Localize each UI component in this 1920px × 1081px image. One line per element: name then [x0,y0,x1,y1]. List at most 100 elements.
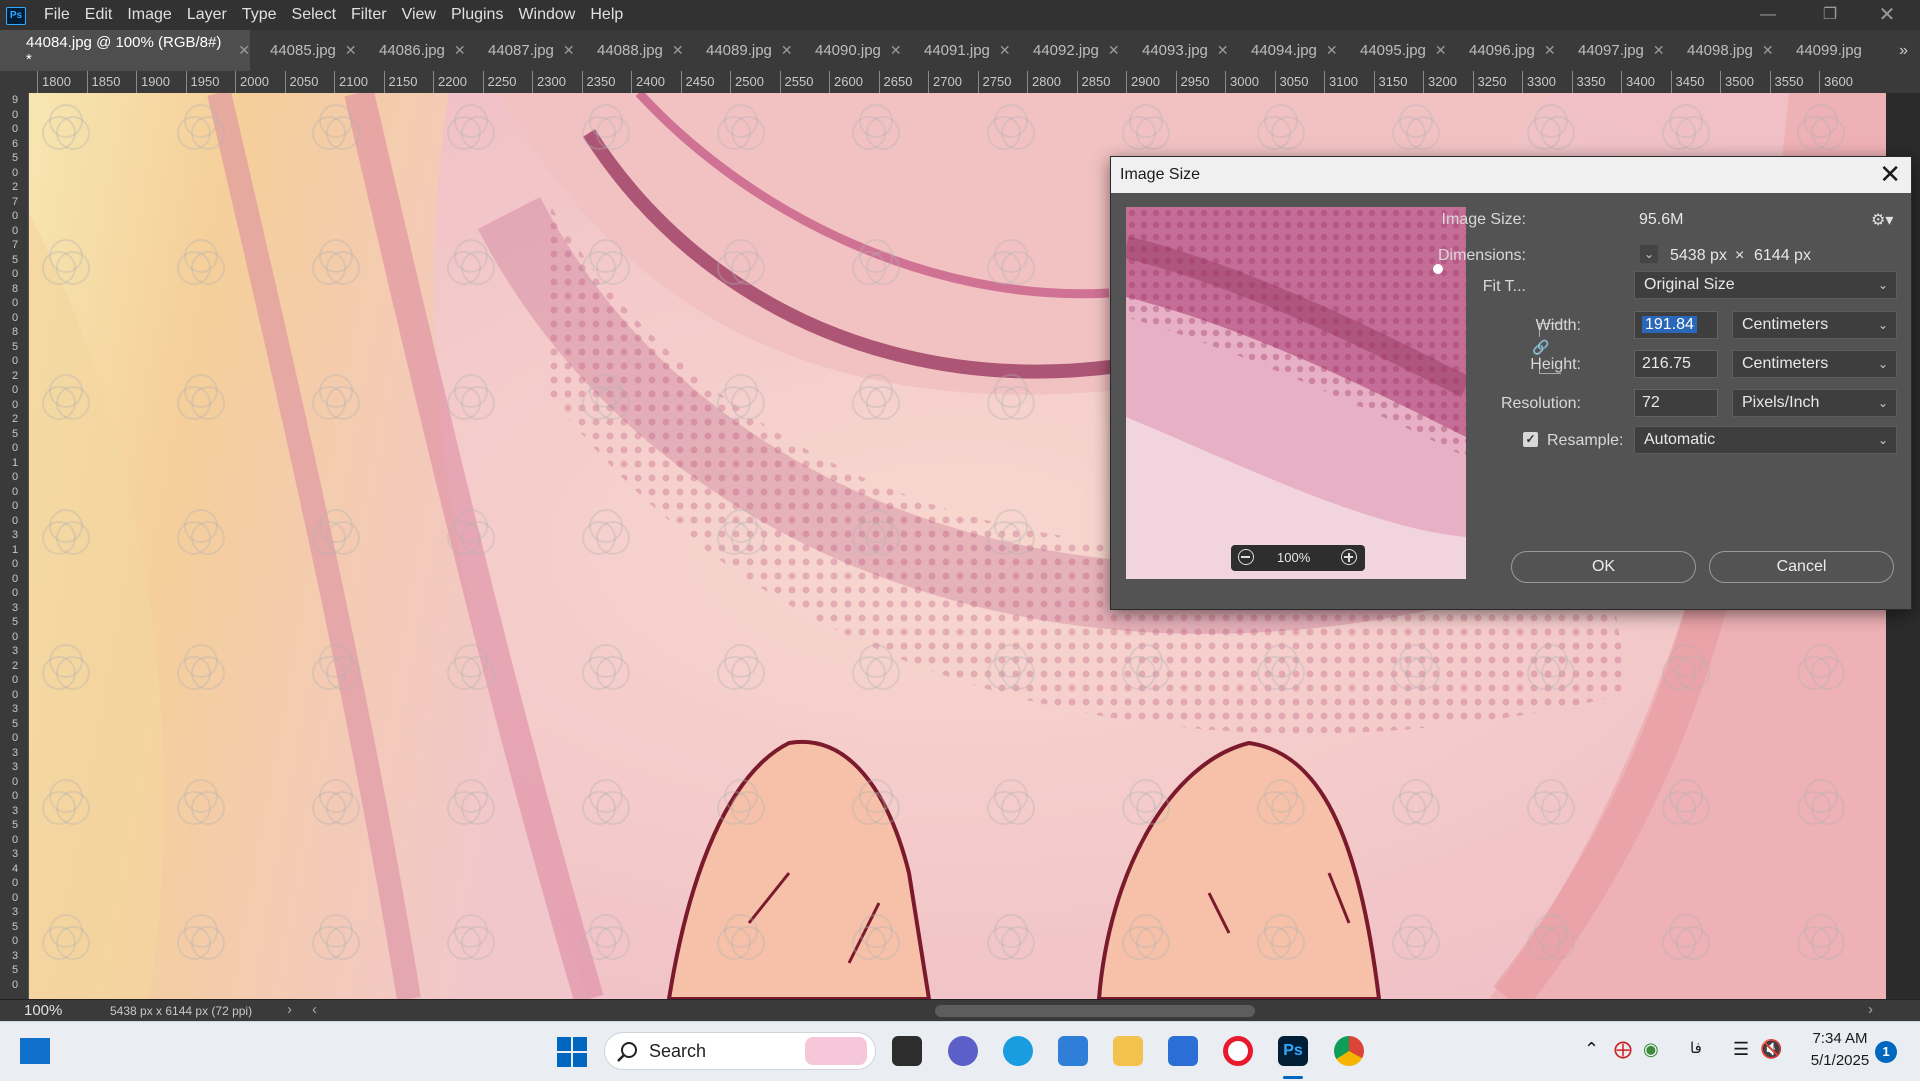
cancel-button[interactable]: Cancel [1709,551,1894,583]
ruler-label: 2400 [636,74,665,89]
horizontal-scrollbar-thumb[interactable] [935,1005,1255,1017]
resolution-unit-dropdown[interactable]: Pixels/Inch ⌄ [1732,389,1897,417]
tab-close-icon[interactable]: ✕ [1762,42,1774,59]
ruler-tick [581,71,583,93]
document-tab[interactable]: 44086.jpg ✕ [359,30,468,71]
document-tab[interactable]: 44095.jpg ✕ [1340,30,1449,71]
scroll-left-icon[interactable]: ‹ [312,1001,317,1018]
teams-icon[interactable] [948,1036,978,1066]
tab-close-icon[interactable]: ✕ [999,42,1011,59]
snipping-tool-icon[interactable] [1058,1036,1088,1066]
menu-view[interactable]: View [402,0,436,30]
document-tab[interactable]: 44092.jpg ✕ [1013,30,1122,71]
tab-close-icon[interactable]: ✕ [454,42,466,59]
zoom-in-icon[interactable] [1341,549,1357,565]
ruler-label: 1850 [91,74,121,89]
menu-file[interactable]: File [44,0,70,30]
menu-layer[interactable]: Layer [187,0,227,30]
document-tab[interactable]: 44084.jpg @ 100% (RGB/8#) * ✕ [0,30,250,71]
dimensions-dropdown-icon[interactable]: ⌄ [1640,245,1658,263]
dialog-titlebar[interactable]: Image Size ✕ [1111,157,1911,193]
wifi-icon[interactable]: ☰ [1733,1039,1749,1060]
menu-help[interactable]: Help [590,0,623,30]
menu-type[interactable]: Type [242,0,277,30]
menu-image[interactable]: Image [127,0,171,30]
document-tab[interactable]: 44090.jpg ✕ [795,30,904,71]
store-icon[interactable] [1168,1036,1198,1066]
chrome-icon[interactable] [1334,1036,1364,1066]
width-unit-dropdown[interactable]: Centimeters ⌄ [1732,311,1897,339]
document-tab[interactable]: 44088.jpg ✕ [577,30,686,71]
zoom-out-icon[interactable] [1238,549,1254,565]
network-app-icon[interactable]: ◉ [1643,1039,1659,1060]
document-tab[interactable]: 44089.jpg ✕ [686,30,795,71]
document-tab[interactable]: 44091.jpg ✕ [904,30,1013,71]
tab-close-icon[interactable]: ✕ [1326,42,1338,59]
tab-close-icon[interactable]: ✕ [345,42,357,59]
resample-dropdown[interactable]: Automatic ⌄ [1634,426,1897,454]
clock-date[interactable]: 5/1/2025 [1806,1052,1874,1069]
menu-filter[interactable]: Filter [351,0,387,30]
tab-close-icon[interactable]: ✕ [890,42,902,59]
menu-select[interactable]: Select [292,0,336,30]
tab-label: 44097.jpg [1578,42,1644,59]
volume-muted-icon[interactable]: 🔇 [1760,1039,1782,1060]
ok-button[interactable]: OK [1511,551,1696,583]
document-tab[interactable]: 44093.jpg ✕ [1122,30,1231,71]
file-explorer-icon[interactable] [1113,1036,1143,1066]
edge-icon[interactable] [1003,1036,1033,1066]
document-tab[interactable]: 44087.jpg ✕ [468,30,577,71]
document-tab[interactable]: 44085.jpg ✕ [250,30,359,71]
ruler-digit: 5 [12,819,19,831]
task-view-icon[interactable] [892,1036,922,1066]
start-icon[interactable] [557,1037,587,1067]
resample-checkbox[interactable]: ✓ [1523,432,1538,447]
menu-edit[interactable]: Edit [85,0,113,30]
ruler-tick [730,71,731,93]
notification-badge[interactable]: 1 [1875,1041,1897,1063]
taskbar-search[interactable]: Search [604,1032,876,1070]
ruler-digit: 3 [12,746,19,759]
tab-label: 44085.jpg [270,42,336,59]
restore-icon[interactable]: ❐ [1807,0,1853,30]
menu-window[interactable]: Window [518,0,575,30]
document-tab[interactable]: 44097.jpg ✕ [1558,30,1667,71]
tab-close-icon[interactable]: ✕ [1435,42,1447,59]
width-field[interactable]: 191.84 [1634,311,1718,339]
tab-close-icon[interactable]: ✕ [1653,42,1665,59]
tab-close-icon[interactable]: ✕ [1217,42,1229,59]
close-window-icon[interactable]: ✕ [1864,0,1910,30]
constrain-link-icon[interactable]: 🔗 [1532,337,1549,357]
document-tab[interactable]: 44098.jpg ✕ [1667,30,1776,71]
document-tab[interactable]: 44094.jpg ✕ [1231,30,1340,71]
document-tab[interactable]: 44099.jpg [1776,30,1885,71]
menu-plugins[interactable]: Plugins [451,0,503,30]
document-tab[interactable]: 44096.jpg ✕ [1449,30,1558,71]
fit-to-dropdown[interactable]: Original Size ⌄ [1634,271,1897,299]
settings-gear-icon[interactable]: ⚙▾ [1871,210,1893,230]
tab-close-icon[interactable]: ✕ [1544,42,1556,59]
zoom-level[interactable]: 100% [24,1002,62,1019]
tabs-overflow-icon[interactable]: » [1899,30,1908,71]
opera-icon[interactable] [1223,1036,1253,1066]
ruler-label: 2050 [289,74,319,89]
ruler-digit: 5 [12,717,19,730]
tab-close-icon[interactable]: ✕ [672,42,684,59]
language-indicator[interactable]: فا [1690,1039,1702,1057]
photoshop-taskbar-icon[interactable]: Ps [1278,1036,1308,1066]
tab-close-icon[interactable]: ✕ [238,42,250,59]
tab-close-icon[interactable]: ✕ [1108,42,1120,59]
height-unit-dropdown[interactable]: Centimeters ⌄ [1732,350,1897,378]
scroll-right-icon[interactable]: › [1868,1001,1873,1018]
minimize-icon[interactable]: — [1745,0,1791,30]
resolution-field[interactable]: 72 [1634,389,1718,417]
height-field[interactable]: 216.75 [1634,350,1718,378]
tray-overflow-icon[interactable]: ⌃ [1584,1039,1599,1060]
vpn-icon[interactable]: ⨁ [1614,1039,1632,1060]
dialog-close-icon[interactable]: ✕ [1879,160,1901,188]
tab-close-icon[interactable]: ✕ [781,42,793,59]
clock-time[interactable]: 7:34 AM [1806,1030,1874,1047]
widgets-icon[interactable] [20,1038,50,1064]
tab-close-icon[interactable]: ✕ [563,42,575,59]
status-menu-arrow-icon[interactable]: › [287,1001,292,1018]
